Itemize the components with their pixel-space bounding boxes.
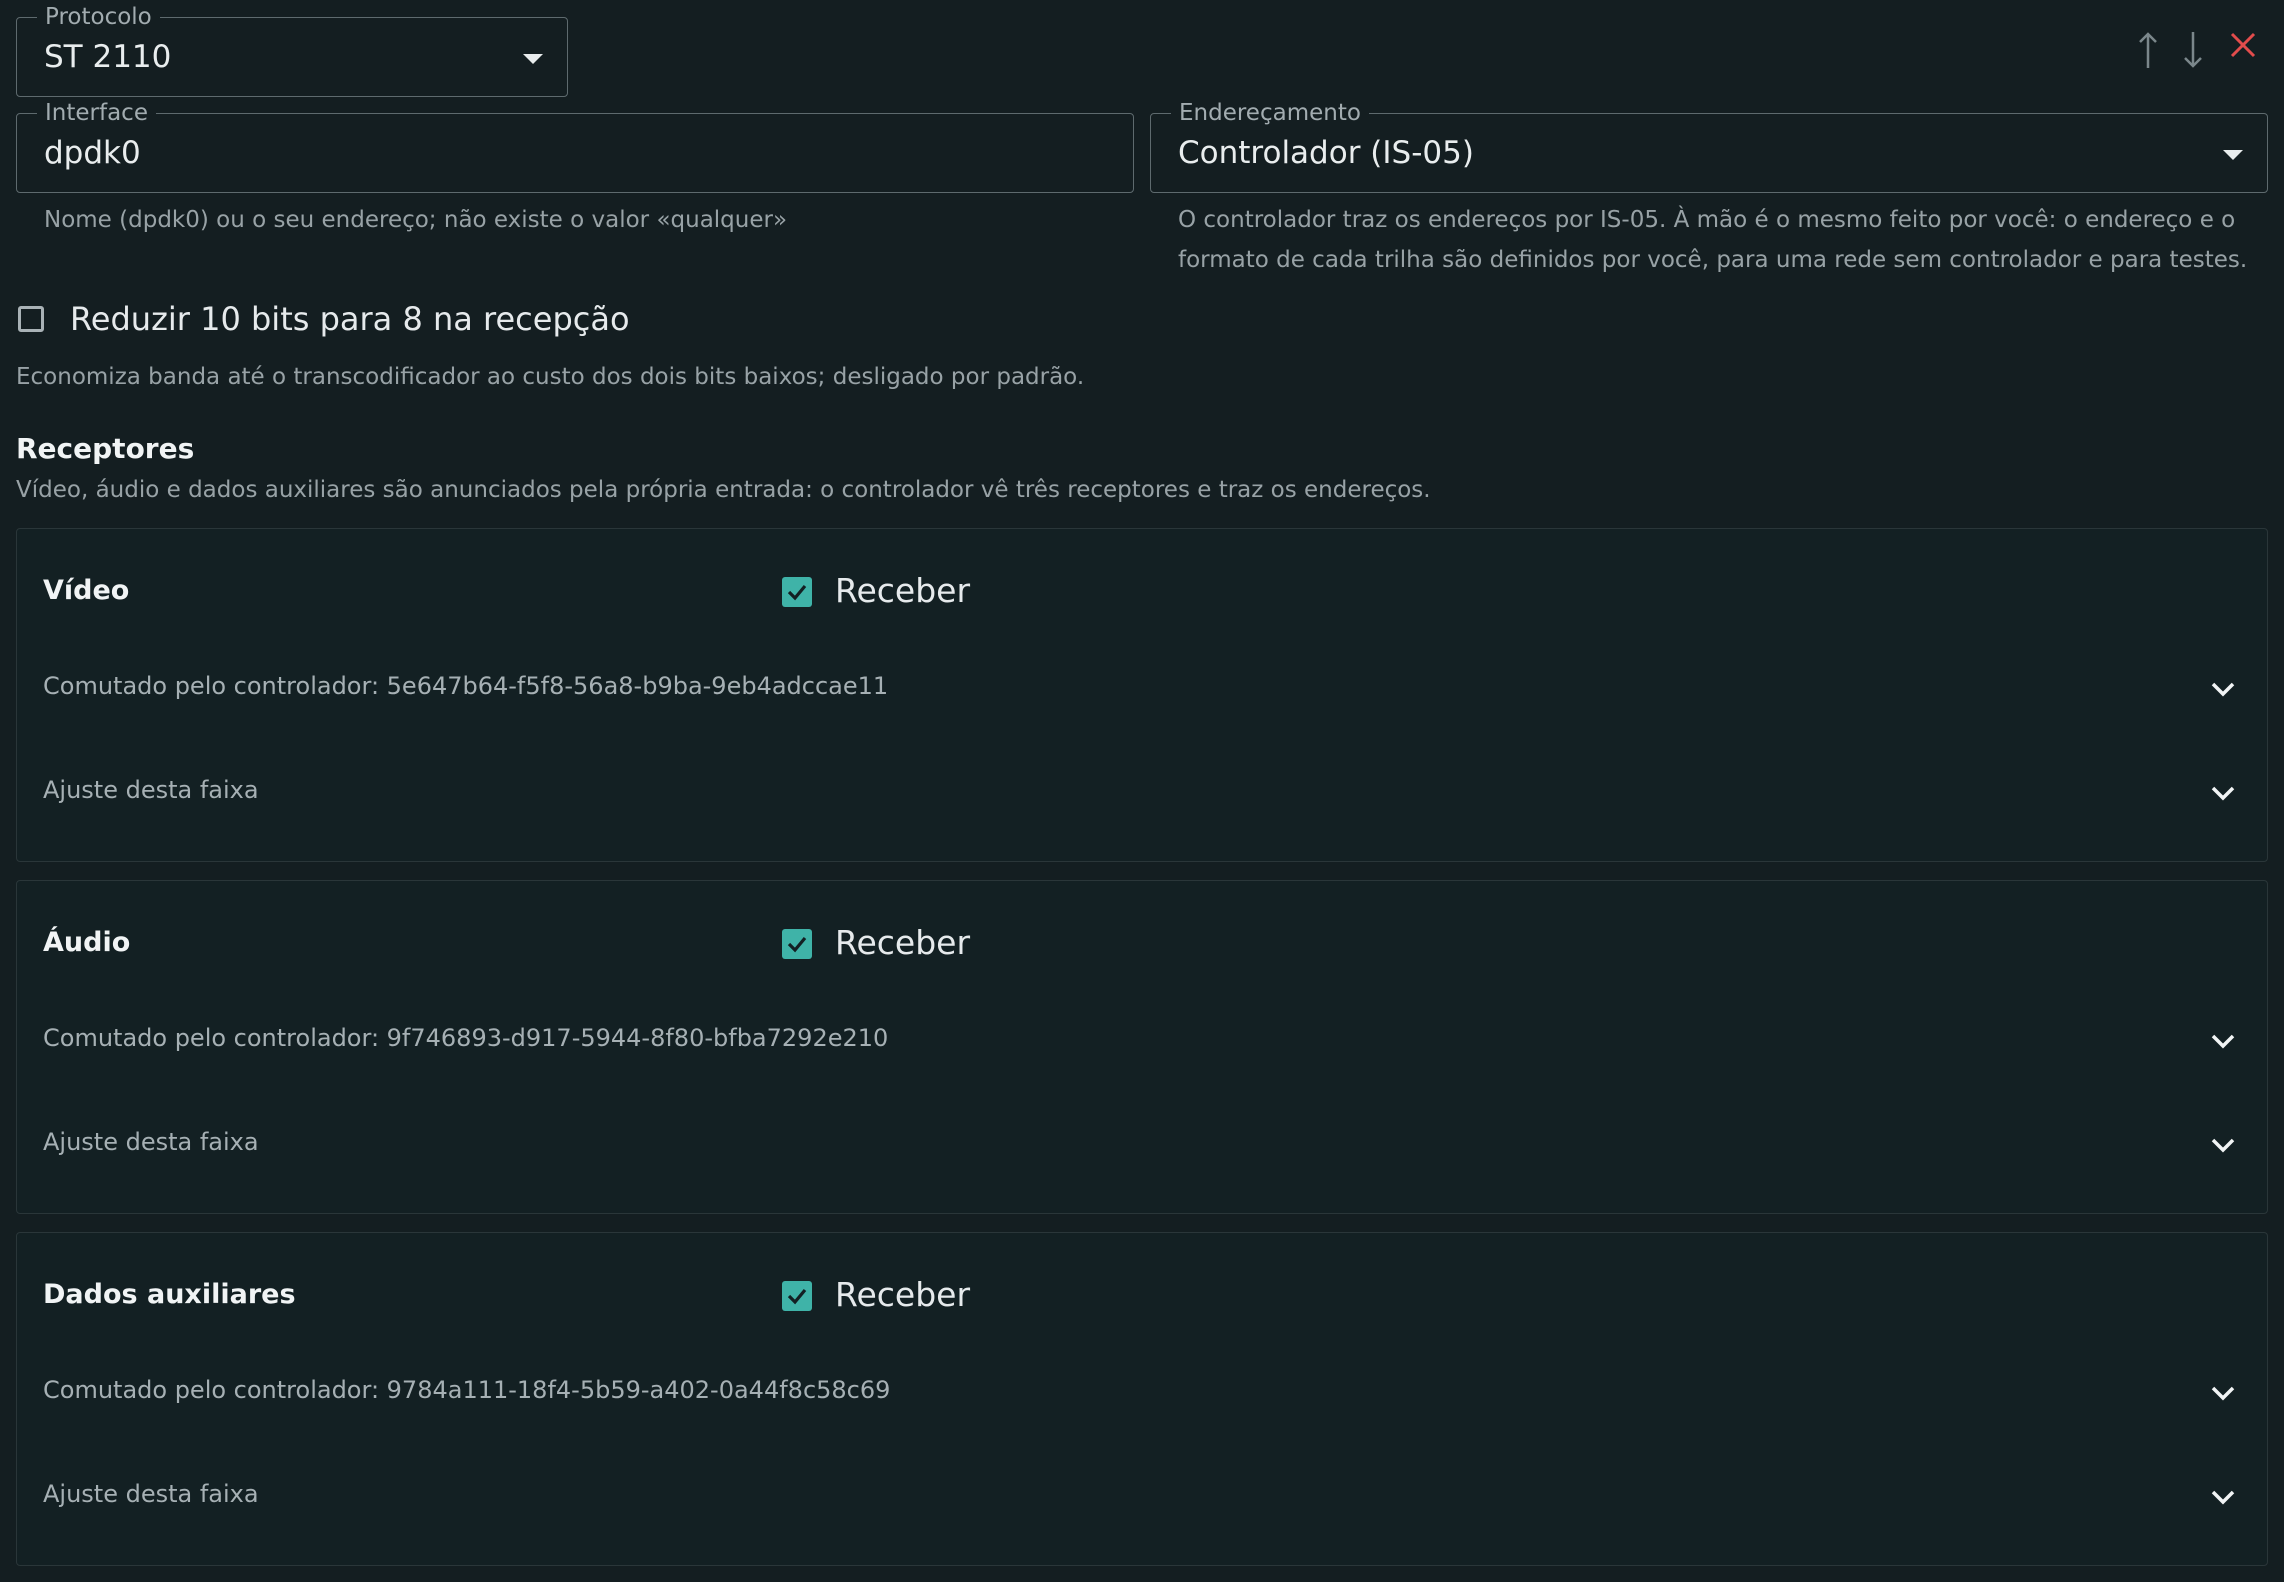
receive-label[interactable]: Receber	[835, 1275, 970, 1314]
receiver-title: Áudio	[43, 927, 131, 958]
move-up-button[interactable]	[2133, 28, 2163, 72]
interface-label: Interface	[37, 100, 156, 126]
check-icon	[787, 1288, 807, 1305]
close-icon	[2230, 32, 2256, 58]
receive-checkbox[interactable]	[782, 577, 812, 607]
remove-button[interactable]	[2228, 30, 2258, 74]
receivers-title: Receptores	[16, 432, 195, 465]
move-down-button[interactable]	[2178, 28, 2208, 72]
protocol-select[interactable]: Protocolo ST 2110	[16, 4, 568, 97]
receiver-title: Dados auxiliares	[43, 1279, 296, 1310]
arrow-down-icon	[2184, 32, 2202, 68]
receive-label[interactable]: Receber	[835, 923, 970, 962]
protocol-label: Protocolo	[37, 4, 160, 30]
caret-down-icon	[523, 54, 543, 64]
receive-label[interactable]: Receber	[835, 571, 970, 610]
adjust-band-toggle[interactable]: Ajuste desta faixa	[43, 776, 259, 804]
addressing-select[interactable]: Endereçamento Controlador (IS-05)	[1150, 100, 2268, 193]
arrow-up-icon	[2139, 32, 2157, 68]
chevron-down-icon[interactable]	[2209, 783, 2237, 803]
switched-by-controller-toggle[interactable]: Comutado pelo controlador: 5e647b64-f5f8…	[43, 672, 888, 700]
addressing-helper: O controlador traz os endereços por IS-0…	[1178, 200, 2258, 280]
addressing-helper-line-2: formato de cada trilha são definidos por…	[1178, 247, 2248, 273]
reduce-bits-label[interactable]: Reduzir 10 bits para 8 na recepção	[70, 300, 630, 338]
addressing-label: Endereçamento	[1171, 100, 1369, 126]
receiver-card-ancillary: Dados auxiliares Receber Comutado pelo c…	[16, 1232, 2268, 1566]
chevron-down-icon[interactable]	[2209, 1135, 2237, 1155]
addressing-value: Controlador (IS-05)	[1178, 135, 1474, 171]
interface-value: dpdk0	[44, 135, 141, 171]
chevron-down-icon[interactable]	[2209, 679, 2237, 699]
reduce-bits-checkbox[interactable]	[18, 306, 44, 332]
receive-checkbox[interactable]	[782, 1281, 812, 1311]
switched-by-controller-toggle[interactable]: Comutado pelo controlador: 9f746893-d917…	[43, 1024, 888, 1052]
caret-down-icon	[2223, 150, 2243, 160]
reduce-bits-helper: Economiza banda até o transcodificador a…	[16, 364, 1085, 390]
protocol-value: ST 2110	[44, 39, 172, 75]
receive-checkbox[interactable]	[782, 929, 812, 959]
switched-by-controller-toggle[interactable]: Comutado pelo controlador: 9784a111-18f4…	[43, 1376, 890, 1404]
addressing-helper-line-1: O controlador traz os endereços por IS-0…	[1178, 207, 2236, 233]
receiver-title: Vídeo	[43, 575, 130, 606]
receiver-card-audio: Áudio Receber Comutado pelo controlador:…	[16, 880, 2268, 1214]
check-icon	[787, 936, 807, 953]
chevron-down-icon[interactable]	[2209, 1487, 2237, 1507]
receivers-description: Vídeo, áudio e dados auxiliares são anun…	[16, 477, 1431, 503]
adjust-band-toggle[interactable]: Ajuste desta faixa	[43, 1480, 259, 1508]
chevron-down-icon[interactable]	[2209, 1383, 2237, 1403]
check-icon	[787, 584, 807, 601]
interface-input[interactable]: Interface dpdk0	[16, 100, 1134, 193]
chevron-down-icon[interactable]	[2209, 1031, 2237, 1051]
receiver-card-video: Vídeo Receber Comutado pelo controlador:…	[16, 528, 2268, 862]
interface-helper: Nome (dpdk0) ou o seu endereço; não exis…	[44, 207, 788, 233]
adjust-band-toggle[interactable]: Ajuste desta faixa	[43, 1128, 259, 1156]
